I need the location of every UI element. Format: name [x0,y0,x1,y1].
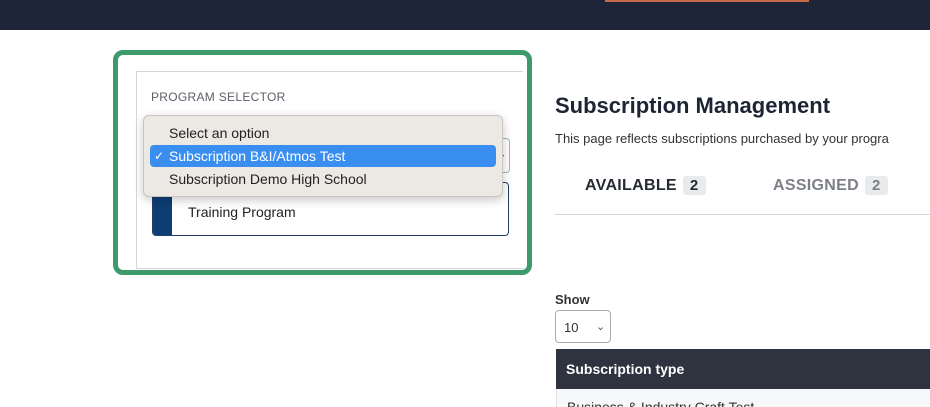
tab-available-count: 2 [682,176,706,195]
top-navbar [0,0,930,30]
tab-available[interactable]: AVAILABLE 2 [585,176,706,195]
table-cell: Business & Industry Craft Test [567,399,755,407]
dropdown-option[interactable]: Subscription Demo High School [150,168,496,190]
table-header: Subscription type [556,349,930,389]
table-row[interactable]: Business & Industry Craft Test [556,389,930,407]
tab-assigned[interactable]: ASSIGNED 2 [773,176,888,195]
show-label: Show [555,292,590,307]
page-title: Subscription Management [555,93,831,118]
tab-assigned-label: ASSIGNED [773,177,859,194]
navbar-accent-button[interactable] [605,0,809,2]
dropdown-option-selected[interactable]: ✓ Subscription B&I/Atmos Test [150,145,496,167]
tab-assigned-count: 2 [864,176,888,195]
column-header-subscription-type[interactable]: Subscription type [566,361,684,377]
chevron-down-icon: ⌄ [596,321,606,333]
tabs-divider [555,214,930,215]
page-length-value: 10 [564,320,579,335]
program-selector-label: PROGRAM SELECTOR [151,90,286,104]
dropdown-option[interactable]: Select an option [150,122,496,144]
checkmark-icon: ✓ [154,149,165,163]
program-dropdown-menu[interactable]: Select an option ✓ Subscription B&I/Atmo… [143,115,503,197]
program-card-title: Training Program [188,204,296,220]
tab-available-label: AVAILABLE [585,177,677,194]
page-length-select[interactable]: 10 ⌄ [555,310,611,343]
page-description: This page reflects subscriptions purchas… [555,131,889,146]
